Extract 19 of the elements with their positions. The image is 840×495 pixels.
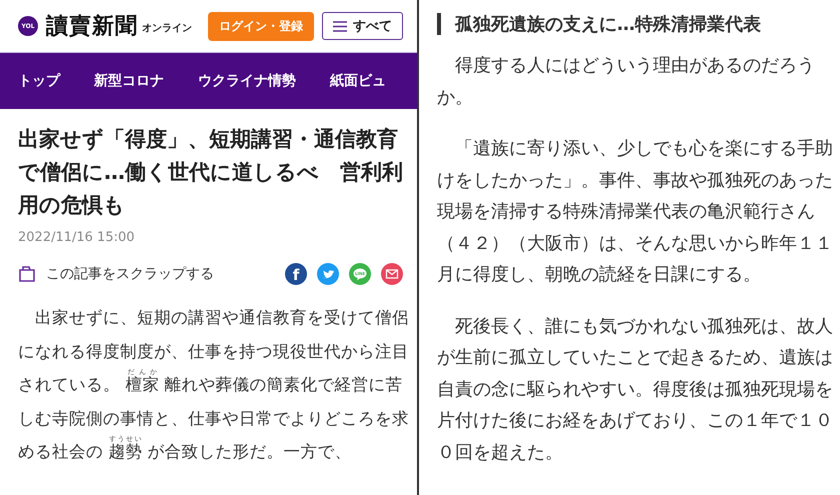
article-paragraph: 死後長く、誰にも気づかれない孤独死は、故人が生前に孤立していたことで起きるため、遺族は自責の念に駆られやすい。得度後は孤独死現場を片付けた後にお経をあげており、この１年で１００回を超えた。: [437, 314, 834, 464]
nav-item[interactable]: ウクライナ情勢: [198, 72, 296, 90]
menu-icon: [333, 20, 347, 32]
publish-date: 2022/11/16 15:00: [17, 229, 136, 245]
article-paragraph: 「遺族に寄り添い、少しでも心を楽にする手助けをしたかった」。事件、事故や孤独死のあった現場を清掃する特殊清掃業代表の亀沢範行さん（４２）（大阪市）は、そんな思いから昨年１１月に得度し、朝晩の読経を日課にする。: [437, 137, 834, 287]
menu-button[interactable]: すべて: [322, 12, 403, 40]
mail-icon[interactable]: [381, 263, 403, 285]
scrap-link[interactable]: この記事をスクラップする: [46, 265, 214, 283]
nav-item[interactable]: 紙面ビュ: [330, 72, 386, 90]
facebook-icon[interactable]: f: [285, 263, 307, 285]
site-logo[interactable]: 讀賣新聞: [46, 11, 138, 41]
twitter-icon[interactable]: [317, 263, 339, 285]
article-headline: 出家せず「得度」、短期講習・通信教育で僧侶に…働く世代に道しるべ 営利利用の危惧も: [16, 126, 404, 219]
section-heading: 孤独死遺族の支えに…特殊清掃業代表: [455, 13, 761, 36]
scrapbook-icon[interactable]: [18, 265, 36, 283]
nav-item[interactable]: トップ: [18, 72, 60, 90]
article-paragraph: 得度する人にはどういう理由があるのだろうか。: [437, 54, 816, 110]
logo-suffix: オンライン: [142, 22, 192, 35]
nav-item[interactable]: 新型コロナ: [94, 72, 164, 90]
